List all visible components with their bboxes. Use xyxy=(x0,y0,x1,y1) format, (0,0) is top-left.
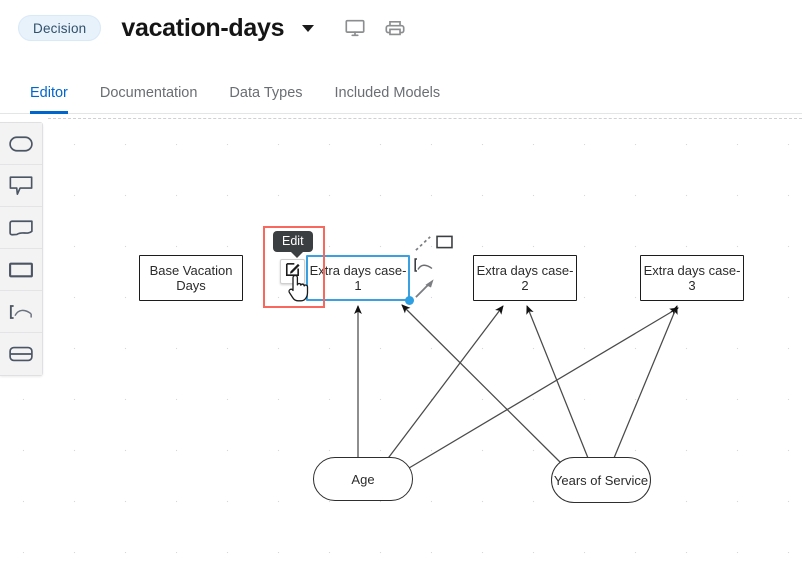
node-label: Years of Service xyxy=(553,472,649,488)
knowledge-source-icon xyxy=(9,219,33,236)
diagram-canvas[interactable]: Base Vacation Days Extra days case-1 Ext… xyxy=(0,114,802,579)
edge-layer xyxy=(354,304,679,472)
tab-bar: Editor Documentation Data Types Included… xyxy=(0,70,802,114)
decision-tool-icon[interactable] xyxy=(436,235,453,254)
palette-item-input-data[interactable] xyxy=(0,123,42,165)
input-data-icon xyxy=(9,135,33,152)
decision-service-icon xyxy=(9,346,33,362)
header-icon-group xyxy=(344,17,406,39)
model-type-badge: Decision xyxy=(18,15,102,41)
tab-documentation[interactable]: Documentation xyxy=(84,85,214,113)
node-label: Extra days case-3 xyxy=(643,263,741,293)
monitor-icon[interactable] xyxy=(344,17,366,39)
page-title: vacation-days xyxy=(121,13,285,42)
text-annotation-icon xyxy=(9,175,33,196)
edit-tooltip: Edit xyxy=(273,231,313,258)
knowledge-source-tool-icon[interactable] xyxy=(414,258,434,277)
decision-icon xyxy=(9,262,33,278)
palette-item-business-knowledge-model[interactable] xyxy=(0,291,42,333)
dmn-editor-window: Decision vacation-days Editor Documentat… xyxy=(0,0,802,579)
node-extra-days-case-3[interactable]: Extra days case-3 xyxy=(640,255,744,301)
node-base-vacation-days[interactable]: Base Vacation Days xyxy=(139,255,243,301)
information-requirement-tool-icon[interactable] xyxy=(414,278,435,304)
tooltip-label: Edit xyxy=(282,234,304,248)
tab-data-types[interactable]: Data Types xyxy=(213,85,318,113)
tab-included-models[interactable]: Included Models xyxy=(319,85,457,113)
node-extra-days-case-2[interactable]: Extra days case-2 xyxy=(473,255,577,301)
node-action-toolbar xyxy=(414,232,462,300)
shape-palette xyxy=(0,122,43,376)
mouse-cursor-pointer xyxy=(288,274,312,309)
node-label: Age xyxy=(351,471,375,487)
app-header: Decision vacation-days xyxy=(0,0,802,56)
palette-item-text-annotation[interactable] xyxy=(0,165,42,207)
palette-item-knowledge-source[interactable] xyxy=(0,207,42,249)
printer-icon[interactable] xyxy=(384,17,406,39)
node-years-of-service[interactable]: Years of Service xyxy=(551,457,651,503)
node-age[interactable]: Age xyxy=(313,457,413,501)
palette-item-decision-service[interactable] xyxy=(0,333,42,375)
chevron-down-icon[interactable] xyxy=(302,24,315,32)
association-tool-icon[interactable] xyxy=(414,234,433,258)
palette-item-decision[interactable] xyxy=(0,249,42,291)
node-label: Base Vacation Days xyxy=(149,263,233,293)
resize-handle-bottom-right[interactable] xyxy=(405,296,414,305)
tab-editor[interactable]: Editor xyxy=(14,85,84,114)
business-knowledge-model-icon xyxy=(9,304,33,320)
node-label: Extra days case-2 xyxy=(476,263,574,293)
